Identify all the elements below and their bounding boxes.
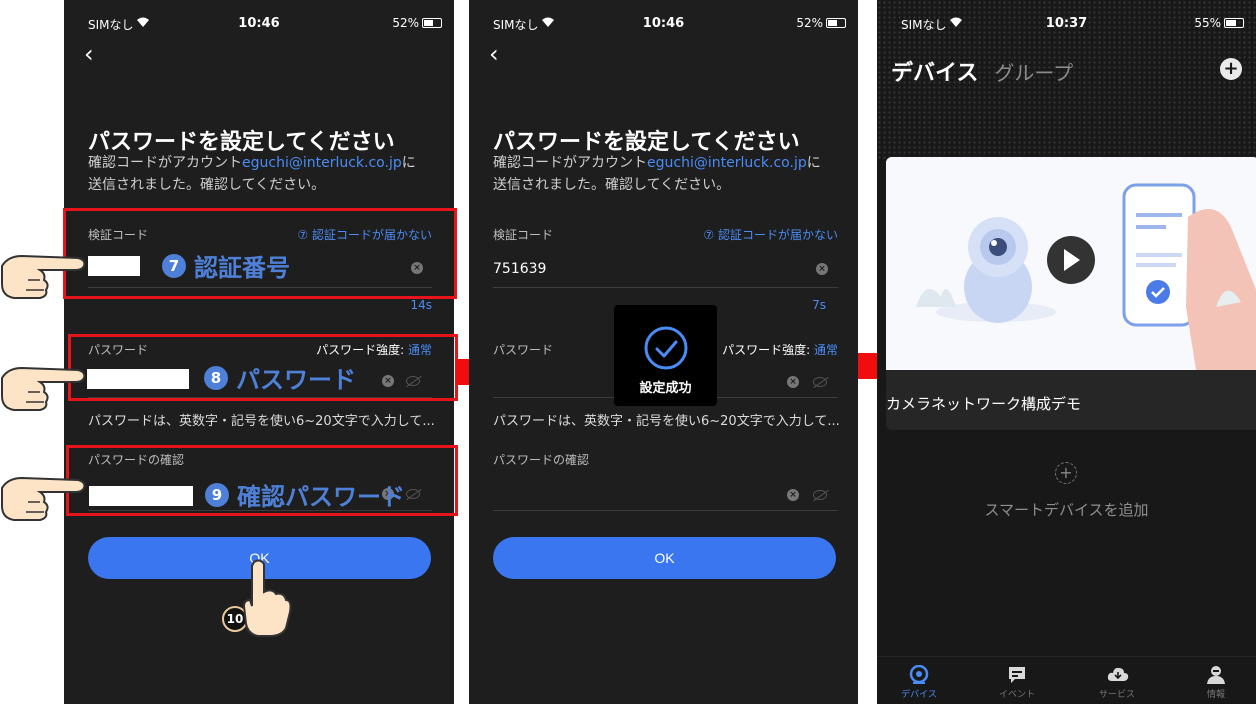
pointing-hand-icon xyxy=(1,366,86,411)
resend-timer: 14s xyxy=(410,298,432,312)
success-toast: 設定成功 xyxy=(614,305,717,406)
message-icon xyxy=(1007,665,1027,685)
step9-text: 確認パスワード xyxy=(237,482,405,511)
nav-services[interactable]: サービス xyxy=(1087,665,1147,700)
step8-badge: 8 xyxy=(204,365,228,390)
status-bar: SIMなし 10:46 52% xyxy=(469,14,858,34)
battery-indicator: 55% xyxy=(1194,16,1244,30)
nav-devices[interactable]: デバイス xyxy=(889,664,949,700)
step7-badge: 7 xyxy=(162,253,186,278)
toast-text: 設定成功 xyxy=(639,381,692,396)
eye-off-icon[interactable] xyxy=(813,490,827,500)
nav-events[interactable]: イベント xyxy=(987,665,1047,700)
code-not-received-link[interactable]: ⑦ 認証コードが届かない xyxy=(703,226,838,243)
redacted-code-box xyxy=(88,256,140,276)
camera-icon xyxy=(909,664,929,685)
tapping-hand-icon xyxy=(242,559,292,637)
confirm-label: パスワードの確認 xyxy=(493,453,590,467)
tutorial-collage: SIMなし 10:46 52% ‹ パスワードを設定してください 確認コードがア… xyxy=(0,0,1256,704)
back-chevron-icon[interactable]: ‹ xyxy=(84,42,94,66)
cloud-icon xyxy=(1107,665,1129,685)
strength-value: 通常 xyxy=(813,343,838,357)
code-link-label: 認証コードが届かない xyxy=(717,228,838,242)
password-label: パスワード xyxy=(493,343,554,357)
confirm-underline xyxy=(493,510,838,511)
check-circle-icon xyxy=(644,326,688,370)
clear-icon[interactable]: × xyxy=(787,376,799,388)
clear-icon[interactable]: × xyxy=(787,489,799,501)
annotation-step9: 9 確認パスワード xyxy=(205,477,405,512)
step7-text: 認証番号 xyxy=(194,253,290,282)
annotation-step7: 7 認証番号 xyxy=(162,248,290,283)
nav-label: デバイス xyxy=(901,690,937,700)
page-description: 確認コードがアカウントeguchi@interluck.co.jpに 送信されま… xyxy=(493,152,838,196)
desc-suffix: に xyxy=(806,155,821,171)
help-circle-icon: ⑦ xyxy=(703,228,718,242)
add-device-plus-icon[interactable]: + xyxy=(1220,58,1242,80)
redacted-password-box xyxy=(87,369,189,389)
add-smart-device-label[interactable]: スマートデバイスを追加 xyxy=(877,499,1256,520)
strength-label: パスワード強度: xyxy=(722,343,811,357)
demo-device-card[interactable]: カメラネットワーク構成デモ xyxy=(886,157,1256,430)
battery-percent: 52% xyxy=(392,16,419,30)
demo-illustration xyxy=(886,157,1256,370)
nav-label: サービス xyxy=(1098,690,1135,700)
device-list-screen: SIMなし 10:37 55% デバイス グループ + カメラネットワーク構成デ… xyxy=(877,0,1256,704)
password-hint: パスワードは、英数字・記号を使い6~20文字で入力して... xyxy=(88,414,435,429)
camera-phone-illustration xyxy=(886,157,1256,370)
redacted-confirm-box xyxy=(89,486,193,506)
desc-suffix: に xyxy=(401,155,416,171)
code-underline xyxy=(493,287,838,288)
pointing-hand-icon xyxy=(1,476,86,521)
email-address: eguchi@interluck.co.jp xyxy=(242,155,402,171)
battery-percent: 52% xyxy=(796,16,823,30)
add-device-icon[interactable]: + xyxy=(1055,462,1077,484)
bottom-nav: デバイス イベント サービス 情報 xyxy=(877,656,1256,704)
password-strength: パスワード強度: 通常 xyxy=(722,341,838,358)
pointing-hand-icon xyxy=(1,254,86,299)
back-chevron-icon[interactable]: ‹ xyxy=(489,42,499,66)
nav-label: 情報 xyxy=(1206,690,1225,700)
user-icon xyxy=(1206,665,1226,685)
step8-text: パスワード xyxy=(236,365,356,394)
nav-info[interactable]: 情報 xyxy=(1186,665,1246,700)
annotation-step8: 8 パスワード xyxy=(204,360,356,395)
battery-indicator: 52% xyxy=(392,16,442,30)
code-input[interactable]: 751639 xyxy=(493,261,546,277)
nav-label: イベント xyxy=(998,690,1035,700)
status-bar: SIMなし 10:46 52% xyxy=(64,14,454,34)
battery-icon xyxy=(826,18,846,28)
page-description: 確認コードがアカウントeguchi@interluck.co.jpに 送信されま… xyxy=(88,152,433,196)
battery-icon xyxy=(1224,18,1244,28)
desc-prefix: 確認コードがアカウント xyxy=(88,155,242,171)
resend-timer: 7s xyxy=(812,298,826,312)
battery-percent: 55% xyxy=(1194,16,1221,30)
clear-icon[interactable]: × xyxy=(816,263,828,275)
desc-line2: 送信されました。確認してください。 xyxy=(493,177,731,193)
tab-devices[interactable]: デバイス xyxy=(891,55,978,87)
desc-prefix: 確認コードがアカウント xyxy=(493,155,647,171)
top-tabs: デバイス グループ xyxy=(891,55,1073,87)
step9-badge: 9 xyxy=(205,482,229,507)
battery-indicator: 52% xyxy=(796,16,846,30)
password-hint: パスワードは、英数字・記号を使い6~20文字で入力して... xyxy=(493,414,840,429)
desc-line2: 送信されました。確認してください。 xyxy=(88,177,326,193)
card-title: カメラネットワーク構成デモ xyxy=(886,395,1082,413)
eye-off-icon[interactable] xyxy=(813,377,827,387)
status-bar: SIMなし 10:37 55% xyxy=(877,14,1256,34)
tab-groups[interactable]: グループ xyxy=(994,57,1073,86)
ok-button[interactable]: OK xyxy=(493,537,836,579)
code-label: 検証コード xyxy=(493,228,554,242)
email-address: eguchi@interluck.co.jp xyxy=(647,155,807,171)
battery-icon xyxy=(422,18,442,28)
